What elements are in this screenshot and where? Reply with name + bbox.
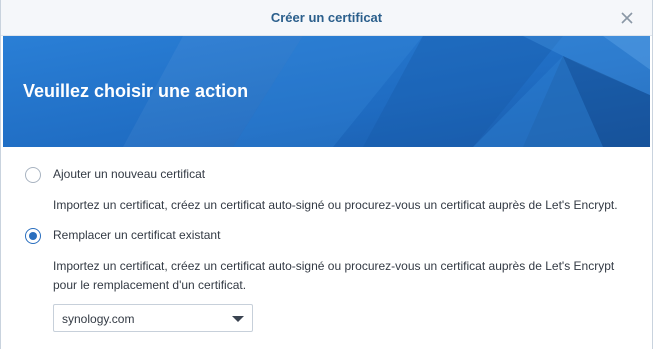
option-replace-description: Importez un certificat, créez un certifi…: [53, 257, 643, 295]
dialog-title: Créer un certificat: [270, 10, 383, 25]
option-replace-label: Remplacer un certificat existant: [53, 228, 221, 242]
chevron-down-icon[interactable]: [232, 316, 244, 322]
option-replace-description-line2: pour le remplacement d'un certificat.: [53, 278, 247, 292]
option-replace-description-line1: Importez un certificat, créez un certifi…: [53, 259, 615, 273]
radio-add-new[interactable]: [25, 167, 41, 183]
certificate-select[interactable]: synology.com: [53, 304, 253, 332]
create-certificate-dialog: Créer un certificat Veuillez choisir une…: [0, 0, 653, 349]
option-add-new-description: Importez un certificat, créez un certifi…: [53, 198, 618, 212]
radio-replace-existing[interactable]: [25, 228, 41, 244]
option-add-new-label: Ajouter un nouveau certificat: [53, 167, 206, 181]
header-banner: Veuillez choisir une action: [3, 36, 650, 147]
banner-heading: Veuillez choisir une action: [23, 81, 249, 101]
title-bar[interactable]: Créer un certificat: [1, 0, 652, 36]
close-icon[interactable]: [618, 9, 636, 27]
certificate-select-value: synology.com: [62, 312, 135, 326]
